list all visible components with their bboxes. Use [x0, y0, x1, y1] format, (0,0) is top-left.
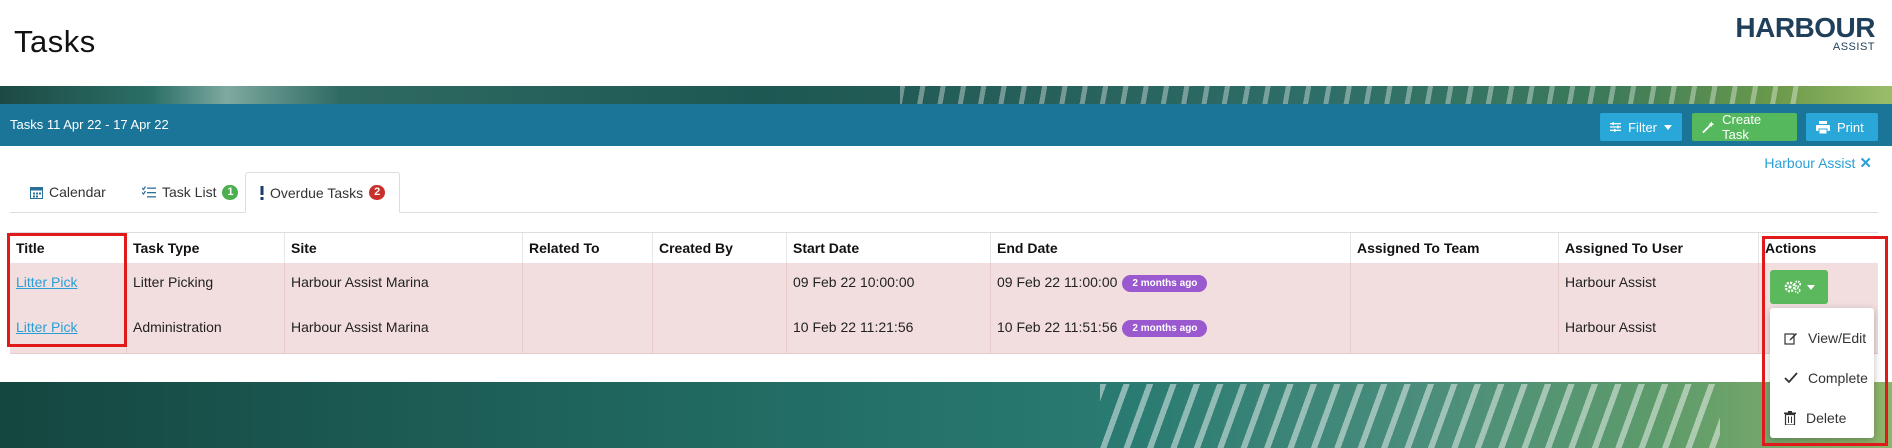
column-header-task-type[interactable]: Task Type [126, 233, 284, 264]
cell-related-to [522, 263, 652, 308]
tasks-panel: Harbour Assist ✕ Calendar Task List 1 Ov… [0, 146, 1892, 382]
tab-overdue-label: Overdue Tasks [270, 184, 364, 201]
table-header: Title Task Type Site Related To Created … [10, 232, 1878, 265]
tab-overdue-tasks[interactable]: Overdue Tasks 2 [245, 172, 401, 213]
cell-site: Harbour Assist Marina [284, 308, 522, 353]
cell-related-to [522, 308, 652, 353]
cell-end-date: 09 Feb 22 11:00:00 2 months ago [990, 263, 1350, 308]
highlight-title-column [7, 233, 127, 347]
cell-task-type: Administration [126, 308, 284, 353]
column-header-assigned-user[interactable]: Assigned To User [1558, 233, 1758, 264]
table-row: Litter Pick Litter Picking Harbour Assis… [10, 263, 1878, 309]
column-header-assigned-team[interactable]: Assigned To Team [1350, 233, 1558, 264]
marina-boats-top [900, 86, 1800, 104]
overdue-badge: 2 months ago [1122, 275, 1208, 292]
tab-calendar[interactable]: Calendar [16, 172, 120, 212]
page-header: Tasks HARBOUR ASSIST [0, 0, 1892, 86]
task-count-badge: 1 [222, 184, 239, 200]
cell-assigned-user: Harbour Assist [1558, 263, 1758, 308]
cell-end-date: 10 Feb 22 11:51:56 2 months ago [990, 308, 1350, 353]
create-task-button[interactable]: Create Task [1692, 112, 1797, 142]
tasks-toolbar: Tasks 11 Apr 22 - 17 Apr 22 Filter Creat… [0, 104, 1892, 146]
highlight-actions-column [1762, 236, 1888, 446]
cell-assigned-team [1350, 308, 1558, 353]
chevron-down-icon [1664, 124, 1672, 130]
filter-chip-label: Harbour Assist [1764, 155, 1856, 171]
close-icon[interactable]: ✕ [1859, 154, 1872, 172]
magic-wand-icon [1702, 121, 1715, 134]
cell-assigned-user: Harbour Assist [1558, 308, 1758, 353]
logo-wordmark: HARBOUR [1735, 12, 1875, 43]
end-date-value: 09 Feb 22 11:00:00 [997, 274, 1118, 290]
page-title: Tasks [14, 24, 96, 59]
create-task-label: Create Task [1722, 112, 1762, 142]
sliders-icon [1610, 122, 1622, 132]
cell-site: Harbour Assist Marina [284, 263, 522, 308]
filter-button[interactable]: Filter [1600, 113, 1682, 141]
exclamation-icon [260, 185, 264, 200]
column-header-site[interactable]: Site [284, 233, 522, 264]
print-button[interactable]: Print [1806, 113, 1878, 141]
column-header-end-date[interactable]: End Date [990, 233, 1350, 264]
column-header-start-date[interactable]: Start Date [786, 233, 990, 264]
cell-created-by [652, 308, 786, 353]
list-icon [142, 186, 156, 198]
column-header-created-by[interactable]: Created By [652, 233, 786, 264]
date-range-title: Tasks 11 Apr 22 - 17 Apr 22 [10, 117, 169, 132]
cell-task-type: Litter Picking [126, 263, 284, 308]
table-row: Litter Pick Administration Harbour Assis… [10, 308, 1878, 354]
cell-created-by [652, 263, 786, 308]
marina-boats-bottom [1100, 384, 1720, 448]
cell-assigned-team [1350, 263, 1558, 308]
logo-subtitle: ASSIST [1832, 41, 1875, 53]
end-date-value: 10 Feb 22 11:51:56 [997, 319, 1118, 335]
print-label: Print [1837, 119, 1864, 135]
task-view-tabs: Calendar Task List 1 Overdue Tasks 2 [10, 172, 1878, 213]
calendar-icon [30, 186, 43, 199]
tab-calendar-label: Calendar [49, 184, 106, 200]
overdue-count-badge: 2 [369, 185, 386, 200]
tab-task-list-label: Task List [162, 184, 217, 200]
column-header-related-to[interactable]: Related To [522, 233, 652, 264]
harbour-assist-filter-chip[interactable]: Harbour Assist ✕ [1764, 154, 1872, 172]
harbour-assist-logo[interactable]: HARBOUR ASSIST [1735, 12, 1875, 53]
overdue-badge: 2 months ago [1122, 320, 1208, 337]
tab-task-list[interactable]: Task List 1 [128, 172, 252, 212]
filter-label: Filter [1628, 119, 1657, 135]
cell-start-date: 09 Feb 22 10:00:00 [786, 263, 990, 308]
printer-icon [1816, 120, 1830, 134]
cell-start-date: 10 Feb 22 11:21:56 [786, 308, 990, 353]
